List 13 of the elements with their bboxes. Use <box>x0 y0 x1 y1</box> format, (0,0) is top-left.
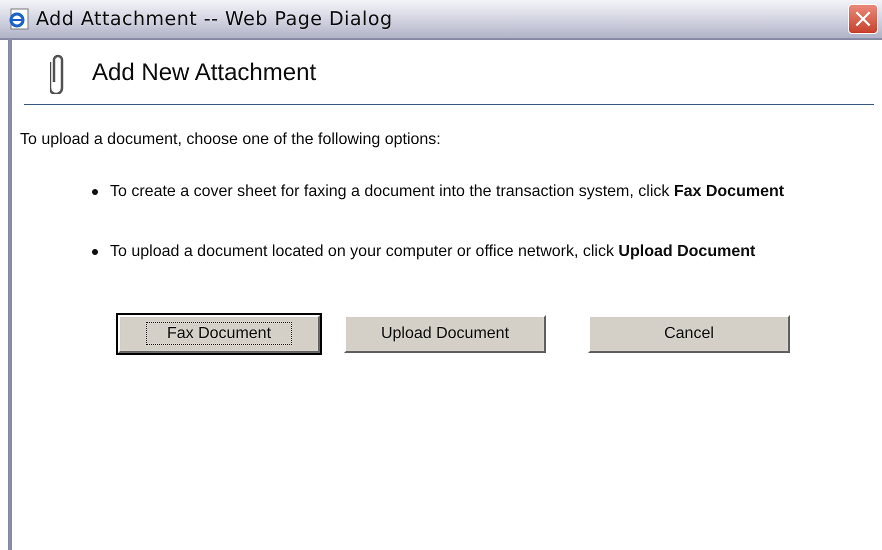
instruction-text: To create a cover sheet for faxing a document into the transaction system, click Fax Document <box>110 182 784 202</box>
bullet-icon <box>92 189 98 195</box>
dialog-button[interactable]: Fax Document <box>118 315 320 353</box>
instruction-text: To upload a document located on your computer or office network, click Upload Document <box>110 242 756 262</box>
intro-text: To upload a document, choose one of the following options: <box>20 131 442 149</box>
dialog-heading: Add New Attachment <box>92 59 316 87</box>
bullet-icon <box>92 249 98 255</box>
dialog-button[interactable]: Upload Document <box>344 315 546 353</box>
window-title: Add Attachment -- Web Page Dialog <box>36 8 394 30</box>
paperclip-icon <box>50 52 66 94</box>
dialog-button[interactable]: Cancel <box>588 315 790 353</box>
close-button[interactable]: × <box>848 4 878 34</box>
browser-icon <box>8 8 30 30</box>
